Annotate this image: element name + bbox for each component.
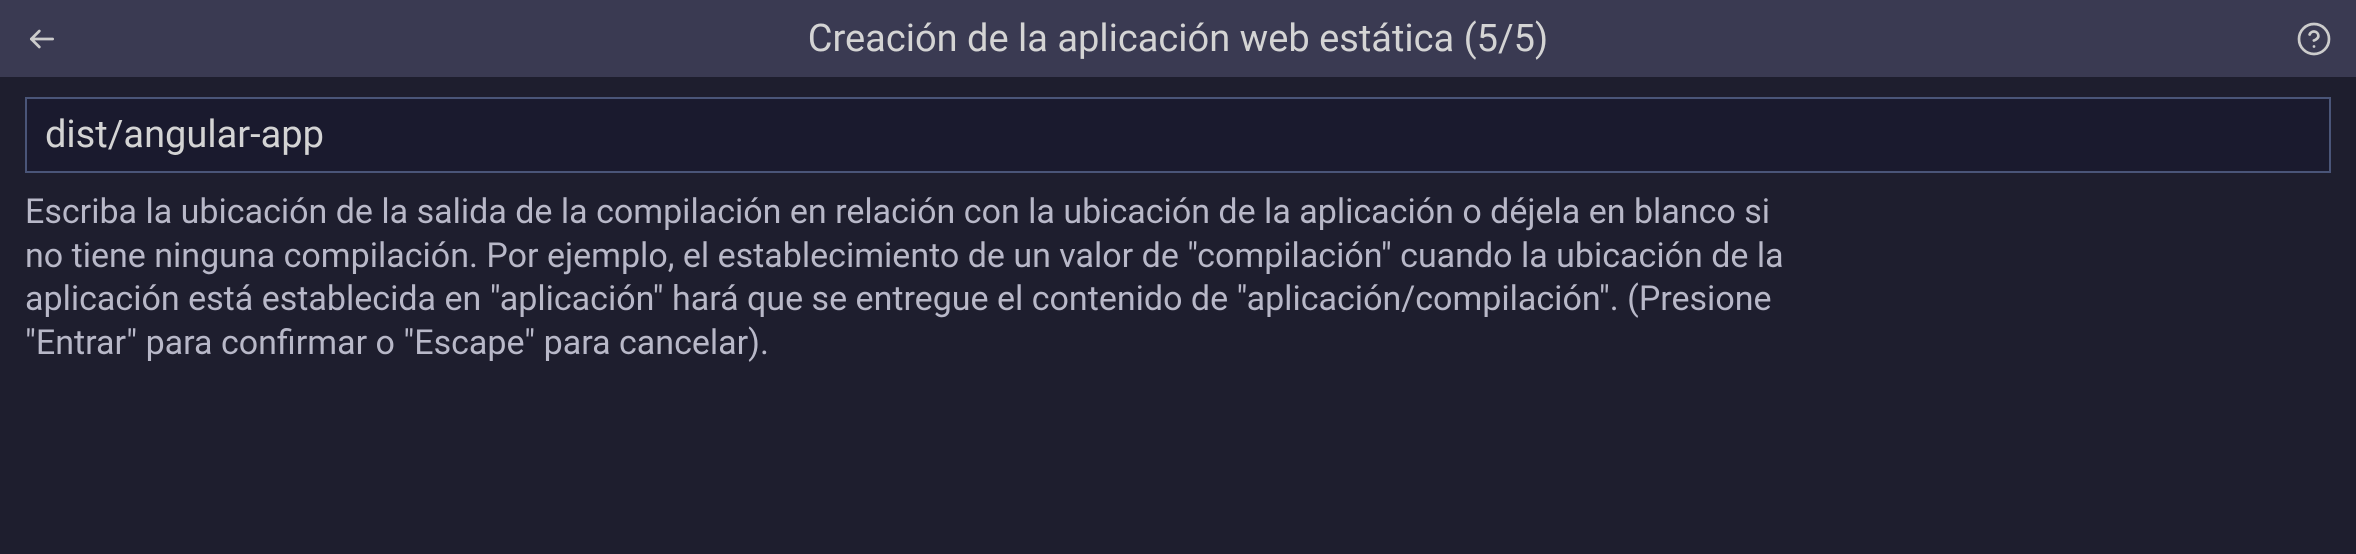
build-output-location-input[interactable] xyxy=(25,97,2331,173)
dialog-content: Escriba la ubicación de la salida de la … xyxy=(0,77,2356,385)
dialog-title: Creación de la aplicación web estática (… xyxy=(808,17,1549,61)
input-description: Escriba la ubicación de la salida de la … xyxy=(25,191,1805,365)
dialog-header: Creación de la aplicación web estática (… xyxy=(0,0,2356,77)
arrow-left-icon xyxy=(26,23,58,55)
back-button[interactable] xyxy=(20,17,64,61)
help-icon xyxy=(2296,21,2332,57)
help-button[interactable] xyxy=(2292,17,2336,61)
